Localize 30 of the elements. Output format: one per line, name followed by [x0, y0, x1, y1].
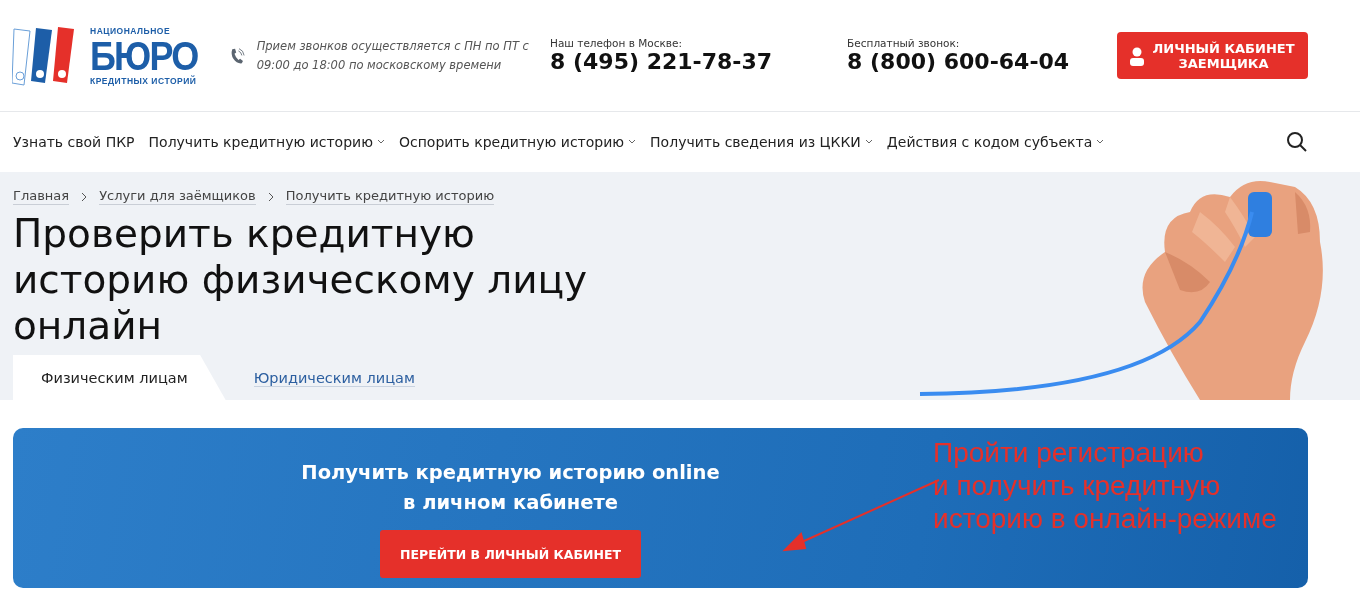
account-button[interactable]: ЛИЧНЫЙ КАБИНЕТ ЗАЕМЩИКА	[1117, 32, 1308, 79]
banner-heading: в личном кабинете	[403, 490, 618, 516]
annotation-text: Пройти регистрацию	[933, 436, 1205, 469]
breadcrumb-link[interactable]: Получить кредитную историю	[285, 188, 495, 205]
logo-text: КРЕДИТНЫХ ИСТОРИЙ	[90, 75, 198, 86]
nav-link[interactable]: Оспорить кредитную историю	[398, 134, 637, 150]
tab[interactable]: Физическим лицам	[13, 355, 226, 400]
call-hours-text: Прием звонков осуществляется с ПН по ПТ с 09:00 до 18:00 по московскому времени	[256, 37, 530, 74]
nav-link[interactable]: Получить сведения из ЦККИ	[650, 134, 873, 150]
annotation-text: историю в онлайн-режиме	[933, 502, 1277, 535]
tab[interactable]: Юридическим лицам	[225, 355, 453, 400]
search-icon[interactable]	[1286, 131, 1308, 153]
chevron-right-icon	[81, 191, 88, 202]
chevron-right-icon	[267, 191, 274, 202]
nav-link[interactable]: Получить кредитную историю	[148, 134, 385, 150]
annotation-text: и получить кредитную	[933, 469, 1222, 502]
nav-link[interactable]: Действия с кодом субъекта	[886, 134, 1105, 150]
logo-text: БЮРО	[90, 35, 198, 76]
phone-label: Наш телефон в Москве:	[550, 37, 683, 49]
nav-link[interactable]: Узнать свой ПКР	[13, 134, 135, 150]
phone-number: 8 (800) 600-64-04	[847, 49, 1070, 74]
logo-text: НАЦИОНАЛЬНОЕ	[90, 25, 172, 36]
phone-label: Бесплатный звонок:	[847, 37, 961, 49]
page-title: Проверить кредитную историю физическому лицу онлайн	[13, 211, 589, 349]
phone-number: 8 (495) 221-78-37	[550, 49, 773, 74]
breadcrumb-link[interactable]: Услуги для заёмщиков	[99, 188, 256, 205]
breadcrumb-link[interactable]: Главная	[13, 188, 70, 205]
banner-heading: Получить кредитную историю online	[301, 460, 720, 486]
account-button[interactable]: ПЕРЕЙТИ В ЛИЧНЫЙ КАБИНЕТ	[380, 530, 641, 578]
user-icon	[1129, 45, 1145, 66]
